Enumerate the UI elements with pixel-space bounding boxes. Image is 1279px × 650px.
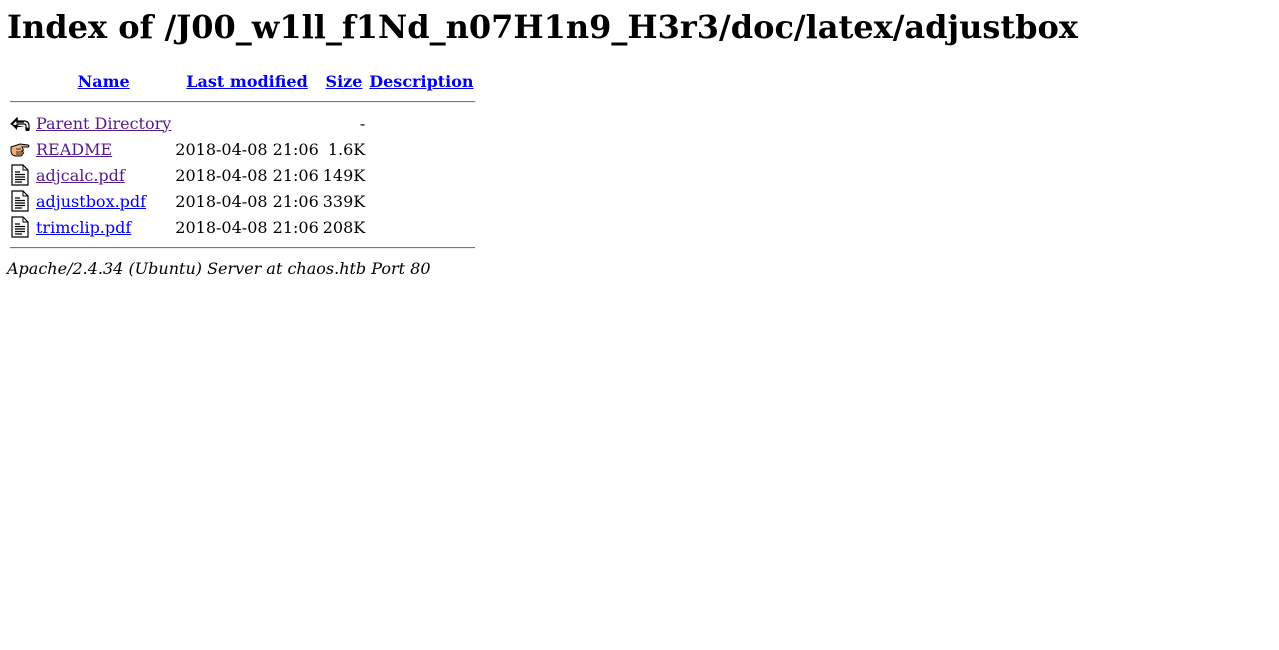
table-row: trimclip.pdf 2018-04-08 21:06 208K: [10, 215, 475, 239]
table-row: Parent Directory -: [10, 111, 475, 135]
size-cell: 208K: [322, 217, 366, 237]
text-document-icon: [10, 164, 32, 186]
file-link-adjustbox[interactable]: adjustbox.pdf: [36, 192, 146, 211]
table-row: adjustbox.pdf 2018-04-08 21:06 339K: [10, 189, 475, 213]
icon-cell: [10, 215, 33, 239]
page-title: Index of /J00_w1ll_f1Nd_n07H1n9_H3r3/doc…: [7, 8, 1078, 46]
name-cell: trimclip.pdf: [35, 215, 172, 239]
description-cell: [368, 189, 474, 213]
name-cell: Parent Directory: [35, 111, 172, 135]
sort-by-description-link[interactable]: Description: [369, 72, 473, 91]
table-row: README 2018-04-08 21:06 1.6K: [10, 137, 475, 161]
separator-cell: [10, 241, 475, 255]
size-cell: 149K: [322, 165, 366, 185]
icon-cell: [10, 189, 33, 213]
file-link-readme[interactable]: README: [36, 140, 112, 159]
separator-row: [10, 95, 475, 109]
header-name: Name: [35, 69, 172, 93]
description-cell: [368, 111, 474, 135]
hand-pointing-icon: [10, 138, 32, 160]
icon-cell: [10, 137, 33, 161]
file-link-adjcalc[interactable]: adjcalc.pdf: [36, 166, 125, 185]
parent-directory-link[interactable]: Parent Directory: [36, 114, 171, 133]
sort-by-name-link[interactable]: Name: [78, 72, 130, 91]
icon-cell: [10, 111, 33, 135]
top-divider: [10, 101, 475, 103]
description-cell: [368, 163, 474, 187]
name-cell: adjcalc.pdf: [35, 163, 172, 187]
header-size: Size: [322, 69, 367, 93]
size-cell: 339K: [322, 191, 366, 211]
last-modified-cell: 2018-04-08 21:06: [175, 217, 319, 237]
name-cell: README: [35, 137, 172, 161]
back-arrow-icon: [10, 112, 32, 134]
size-cell: 1.6K: [327, 139, 366, 159]
last-modified-cell: 2018-04-08 21:06: [175, 165, 319, 185]
sort-by-size-link[interactable]: Size: [326, 72, 363, 91]
header-icon-cell: [10, 69, 33, 93]
description-cell: [368, 137, 474, 161]
bottom-divider: [10, 247, 475, 249]
table-header-row: Name Last modified Size Description: [10, 69, 475, 93]
separator-cell: [10, 95, 475, 109]
server-signature: Apache/2.4.34 (Ubuntu) Server at chaos.h…: [7, 259, 431, 278]
file-link-trimclip[interactable]: trimclip.pdf: [36, 218, 131, 237]
separator-row: [10, 241, 475, 255]
last-modified-cell: 2018-04-08 21:06: [175, 139, 319, 159]
icon-cell: [10, 163, 33, 187]
table-row: adjcalc.pdf 2018-04-08 21:06 149K: [10, 163, 475, 187]
text-document-icon: [10, 190, 32, 212]
text-document-icon: [10, 216, 32, 238]
header-last-modified: Last modified: [174, 69, 319, 93]
sort-by-last-modified-link[interactable]: Last modified: [186, 72, 307, 91]
header-description: Description: [368, 69, 474, 93]
size-cell: -: [359, 113, 366, 133]
description-cell: [368, 215, 474, 239]
directory-listing-table: Name Last modified Size Description Pare…: [8, 67, 477, 257]
name-cell: adjustbox.pdf: [35, 189, 172, 213]
last-modified-cell: 2018-04-08 21:06: [175, 191, 319, 211]
last-modified-cell: [174, 111, 319, 135]
